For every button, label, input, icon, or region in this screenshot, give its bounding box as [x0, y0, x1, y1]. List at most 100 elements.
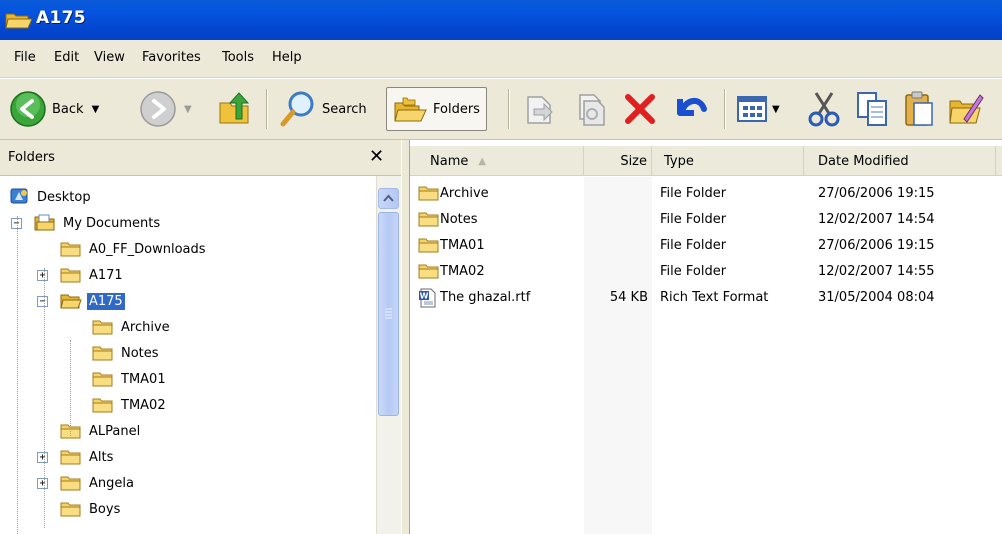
- chevron-up-icon: [383, 194, 394, 202]
- folder-icon: [60, 266, 82, 284]
- expand-icon[interactable]: +: [37, 270, 48, 281]
- svg-text:W: W: [420, 292, 429, 301]
- close-icon[interactable]: ✕: [369, 146, 384, 167]
- copy-icon: [857, 92, 887, 126]
- file-row[interactable]: TMA01 File Folder 27/06/2006 19:15: [410, 234, 1002, 260]
- tree-item[interactable]: My Documents: [34, 212, 162, 234]
- back-button[interactable]: Back ▼: [8, 87, 99, 131]
- menu-favorites[interactable]: Favorites: [142, 50, 201, 65]
- folder-icon: [418, 184, 440, 206]
- tree-item[interactable]: Notes: [92, 342, 161, 364]
- toolbar-separator: [266, 89, 268, 129]
- tree-item[interactable]: ALPanel: [60, 420, 142, 442]
- menu-bar: File Edit View Favorites Tools Help: [0, 40, 1002, 78]
- file-type: File Folder: [660, 186, 727, 201]
- delete-icon: [625, 94, 655, 124]
- folder-icon: [60, 500, 82, 518]
- tree-item-label: Alts: [89, 449, 114, 465]
- tree-item[interactable]: A0_FF_Downloads: [60, 238, 208, 260]
- column-type-label: Type: [664, 153, 694, 169]
- expand-icon[interactable]: +: [37, 478, 48, 489]
- scroll-up-button[interactable]: [378, 188, 399, 209]
- file-name: Archive: [440, 186, 489, 201]
- delete-button[interactable]: [620, 87, 660, 131]
- file-name: Notes: [440, 212, 478, 227]
- file-row[interactable]: Notes File Folder 12/02/2007 14:54: [410, 208, 1002, 234]
- tree-item[interactable]: A175: [60, 290, 125, 312]
- cut-button[interactable]: [804, 87, 844, 131]
- menu-file[interactable]: File: [14, 50, 36, 65]
- tree-item[interactable]: Desktop: [10, 186, 93, 208]
- tree-item[interactable]: A171: [60, 264, 125, 286]
- tree-item[interactable]: TMA02: [92, 394, 168, 416]
- collapse-icon[interactable]: −: [37, 296, 48, 307]
- tree-item[interactable]: Alts: [60, 446, 115, 468]
- tree-item[interactable]: Boys: [60, 498, 122, 520]
- word-document-icon: W: [418, 288, 438, 312]
- back-dropdown-icon[interactable]: ▼: [92, 104, 100, 115]
- menu-tools[interactable]: Tools: [222, 50, 254, 65]
- copy-to-button[interactable]: [570, 87, 610, 131]
- copy-button[interactable]: [852, 87, 892, 131]
- menu-help[interactable]: Help: [272, 50, 302, 65]
- file-list-header: Name ▲ Size Type Date Modified: [410, 146, 1002, 176]
- menu-view[interactable]: View: [94, 50, 125, 65]
- folder-icon: [418, 210, 440, 232]
- title-bar[interactable]: A175: [0, 0, 1002, 40]
- properties-button[interactable]: [946, 87, 986, 131]
- search-button[interactable]: Search: [278, 87, 367, 131]
- toolbar-separator: [724, 89, 726, 129]
- expand-icon[interactable]: +: [37, 452, 48, 463]
- folders-icon: [394, 97, 427, 122]
- paste-button[interactable]: [898, 87, 938, 131]
- forward-button[interactable]: ▼: [138, 87, 192, 131]
- views-dropdown-icon[interactable]: ▼: [772, 104, 780, 115]
- file-row[interactable]: W The ghazal.rtf 54 KB Rich Text Format 31/0…: [410, 286, 1002, 312]
- folder-icon: [418, 262, 440, 284]
- window-title: A175: [36, 8, 86, 28]
- views-button[interactable]: ▼: [734, 87, 780, 131]
- folders-button[interactable]: Folders: [386, 87, 487, 131]
- file-date: 12/02/2007 14:55: [818, 264, 935, 279]
- tree-item-label: A171: [89, 267, 123, 283]
- sort-ascending-icon: ▲: [478, 155, 487, 167]
- menu-edit[interactable]: Edit: [54, 50, 79, 65]
- tree-item[interactable]: TMA01: [92, 368, 168, 390]
- folder-icon: [60, 240, 82, 258]
- folder-icon: [92, 344, 114, 362]
- tree-item-label: TMA01: [121, 371, 166, 387]
- folder-icon: [92, 370, 114, 388]
- pane-splitter[interactable]: [401, 140, 410, 534]
- search-icon: [280, 91, 314, 127]
- tree-item-label: Archive: [121, 319, 170, 335]
- folder-icon: [60, 422, 82, 440]
- folders-pane-title: Folders: [8, 150, 55, 165]
- tree-item[interactable]: Archive: [92, 316, 172, 338]
- folders-label: Folders: [433, 101, 480, 117]
- back-label: Back: [52, 101, 84, 117]
- column-header-size[interactable]: Size: [584, 146, 652, 176]
- file-row[interactable]: Archive File Folder 27/06/2006 19:15: [410, 182, 1002, 208]
- copy-to-icon: [579, 94, 605, 126]
- forward-dropdown-icon[interactable]: ▼: [184, 104, 192, 115]
- column-header-date[interactable]: Date Modified: [804, 146, 996, 176]
- folder-icon: [92, 318, 114, 336]
- file-type: File Folder: [660, 264, 727, 279]
- cut-icon: [808, 92, 840, 127]
- tree-item[interactable]: Angela: [60, 472, 136, 494]
- up-button[interactable]: [214, 87, 254, 131]
- column-header-type[interactable]: Type: [652, 146, 804, 176]
- move-to-button[interactable]: [520, 87, 560, 131]
- open-folder-icon: [60, 292, 82, 310]
- file-date: 12/02/2007 14:54: [818, 212, 935, 227]
- column-header-name[interactable]: Name ▲: [410, 146, 584, 176]
- toolbar: Back ▼ ▼ Search Folders ▼: [0, 78, 1002, 140]
- tree-item-label: TMA02: [121, 397, 166, 413]
- undo-button[interactable]: [670, 87, 710, 131]
- folder-icon: [60, 448, 82, 466]
- file-row[interactable]: TMA02 File Folder 12/02/2007 14:55: [410, 260, 1002, 286]
- views-icon: [737, 96, 767, 122]
- folder-icon: [418, 236, 440, 258]
- grip-icon: [385, 308, 392, 319]
- scroll-thumb[interactable]: [378, 212, 399, 416]
